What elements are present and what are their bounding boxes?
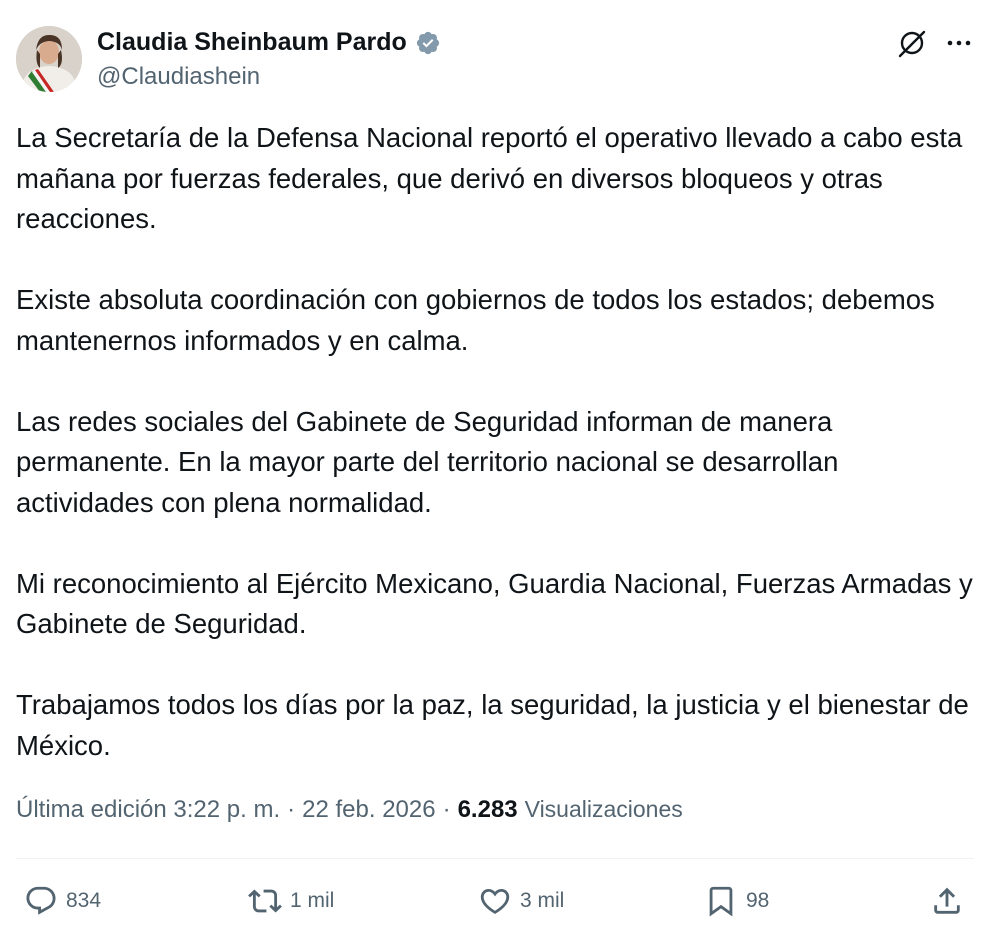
tweet-paragraph: Mi reconocimiento al Ejército Mexicano, … [16, 567, 973, 640]
tweet-paragraph: Las redes sociales del Gabinete de Segur… [16, 405, 839, 518]
bookmark-count: 98 [746, 889, 770, 912]
more-options-button[interactable] [944, 28, 974, 58]
tweet-paragraph: Existe absoluta coordinación con gobiern… [16, 284, 935, 356]
action-bar: 834 1 mil 3 mil 98 [0, 874, 1000, 930]
bookmark-icon [709, 886, 733, 917]
more-options-icon [947, 40, 971, 46]
reply-icon [26, 886, 56, 915]
grok-button[interactable] [895, 26, 929, 60]
tweet-paragraph: Trabajamos todos los días por la paz, la… [16, 689, 969, 761]
avatar-image [16, 26, 82, 92]
like-icon [480, 888, 510, 914]
like-button[interactable]: 3 mil [478, 884, 564, 918]
share-icon [934, 887, 960, 914]
tweet-meta: Última edición 3:22 p. m. · 22 feb. 2026… [16, 796, 683, 824]
views-label: Visualizaciones [524, 796, 683, 822]
like-count: 3 mil [520, 889, 565, 912]
verified-badge-icon [416, 31, 439, 54]
reply-count: 834 [66, 889, 102, 912]
author-name-text[interactable]: Claudia Sheinbaum Pardo [97, 28, 407, 57]
repost-button[interactable]: 1 mil [248, 884, 334, 918]
repost-icon [248, 889, 282, 913]
reply-button[interactable]: 834 [24, 884, 101, 918]
meta-separator: · [287, 796, 296, 823]
tweet-paragraph: La Secretaría de la Defensa Nacional rep… [16, 122, 963, 234]
tweet-date[interactable]: 22 feb. 2026 [302, 796, 435, 824]
tweet-text: La Secretaría de la Defensa Nacional rep… [16, 118, 981, 766]
avatar[interactable] [16, 26, 82, 92]
divider [16, 858, 974, 859]
grok-icon [898, 30, 926, 58]
author-name[interactable]: Claudia Sheinbaum Pardo [97, 28, 441, 57]
views-count: 6.283 [457, 796, 518, 823]
author-handle[interactable]: @Claudiashein [97, 63, 260, 91]
repost-count: 1 mil [290, 889, 335, 912]
edit-history-link[interactable]: Última edición 3:22 p. m. [16, 796, 280, 824]
share-button[interactable] [930, 884, 964, 918]
meta-separator: · [442, 796, 451, 823]
bookmark-button[interactable]: 98 [704, 884, 769, 918]
